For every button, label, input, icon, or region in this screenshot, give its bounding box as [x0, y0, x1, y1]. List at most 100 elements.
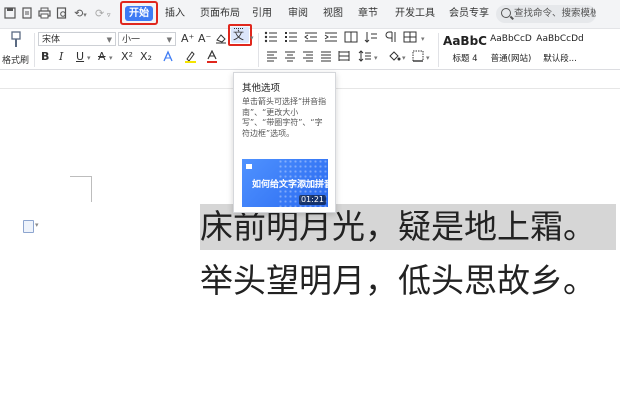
style-sample: AaBbCcDd — [536, 34, 584, 44]
highlight-icon[interactable] — [184, 50, 197, 67]
video-logo-icon — [246, 163, 254, 170]
strikethrough-button[interactable]: A — [98, 50, 106, 64]
chinese-layout-icon[interactable] — [344, 31, 358, 47]
font-name-value: 宋体 — [42, 35, 61, 45]
shading-icon[interactable] — [388, 50, 401, 66]
search-placeholder: 查找命令、搜索模板 — [514, 8, 596, 19]
line-spacing-dropdown[interactable]: ▾ — [374, 50, 378, 65]
text-effect-icon[interactable] — [162, 50, 174, 66]
command-search-box[interactable]: 查找命令、搜索模板 — [496, 5, 596, 23]
save-icon[interactable] — [4, 7, 16, 21]
chevron-down-icon: ▿ — [107, 11, 111, 19]
menu-bar: ⟲▾ ⟳ ▿ 开始 插入 页面布局 引用 审阅 视图 章节 开发工具 会员专享 … — [0, 0, 620, 29]
font-name-select[interactable]: 宋体 ▼ — [38, 32, 116, 46]
chevron-down-icon: ▾ — [426, 54, 430, 62]
document-line[interactable]: 举头望明月，低头思故乡。 — [200, 258, 596, 304]
align-center-icon[interactable] — [284, 50, 296, 66]
underline-dropdown[interactable]: ▾ — [87, 50, 91, 65]
italic-button[interactable]: I — [59, 50, 63, 64]
show-marks-icon[interactable] — [384, 31, 398, 47]
redo-glyph: ⟳ — [95, 7, 105, 20]
chevron-down-icon: ▾ — [87, 54, 91, 62]
tab-view[interactable]: 视图 — [323, 6, 343, 22]
customize-toolbar-icon[interactable]: ▿ — [107, 7, 111, 21]
underline-button[interactable]: U — [76, 50, 84, 64]
page-margin-marker — [91, 176, 92, 202]
document-icon[interactable] — [23, 220, 34, 233]
font-size-select[interactable]: 小一 ▼ — [118, 32, 176, 46]
tab-developer[interactable]: 开发工具 — [395, 6, 435, 22]
increase-indent-icon[interactable] — [324, 31, 338, 47]
tab-member[interactable]: 会员专享 — [449, 6, 489, 22]
print-icon[interactable] — [38, 7, 51, 21]
chevron-down-icon: ▾ — [374, 54, 378, 62]
align-right-icon[interactable] — [302, 50, 314, 66]
clear-format-icon[interactable] — [215, 32, 227, 48]
numbered-list-icon[interactable] — [284, 31, 298, 47]
chevron-down-icon: ▾ — [109, 54, 113, 62]
pinyin-guide-icon: 文 — [233, 29, 244, 42]
bullet-list-icon[interactable] — [264, 31, 278, 47]
ribbon-divider — [34, 33, 35, 67]
ribbon-divider — [438, 33, 439, 67]
align-left-icon[interactable] — [266, 50, 278, 66]
bold-button[interactable]: B — [41, 50, 49, 64]
borders-icon[interactable] — [412, 50, 424, 66]
chevron-down-icon: ▼ — [106, 36, 112, 44]
shading-dropdown[interactable]: ▾ — [402, 50, 406, 65]
chevron-down-icon: ▾ — [402, 54, 406, 62]
tooltip-video-thumbnail[interactable]: 如何给文字添加拼音 01:21 — [242, 159, 328, 207]
tab-section[interactable]: 章节 — [358, 6, 378, 22]
line-spacing-icon[interactable] — [358, 50, 372, 66]
tab-page-layout[interactable]: 页面布局 — [200, 6, 240, 22]
format-painter-icon[interactable] — [9, 31, 23, 53]
search-icon — [501, 8, 511, 18]
style-default-paragraph[interactable]: AaBbCcDd 默认段... — [535, 32, 585, 66]
style-sample: AaBbC — [443, 34, 487, 48]
grow-font-button[interactable]: A⁺ — [181, 32, 194, 46]
font-color-icon[interactable] — [206, 49, 218, 67]
style-name: 普通(网站) — [490, 54, 532, 64]
ribbon-home: 格式刷 宋体 ▼ 小一 ▼ A⁺ A⁻ B I U ▾ A ▾ X² X₂ ▾ … — [0, 29, 620, 92]
export-pdf-icon[interactable] — [21, 7, 33, 21]
page-margin-marker — [70, 176, 92, 177]
chevron-down-icon: ▾ — [83, 11, 87, 19]
redo-icon[interactable]: ⟳ — [95, 7, 104, 21]
tooltip-title: 其他选项 — [242, 83, 281, 94]
justify-icon[interactable] — [320, 50, 332, 66]
style-name: 默认段... — [543, 54, 577, 64]
superscript-button[interactable]: X² — [121, 50, 133, 64]
tooltip-body: 单击箭头可选择“拼音指南”、“更改大小写”、“带圈字符”、“字符边框”选项。 — [242, 97, 327, 138]
pinyin-guide-button[interactable]: 文 — [231, 27, 249, 43]
style-heading-4[interactable]: AaBbC 标题 4 — [442, 32, 488, 66]
subscript-button[interactable]: X₂ — [140, 50, 152, 64]
tab-references[interactable]: 引用 — [252, 6, 272, 22]
pinyin-guide-dropdown[interactable]: ▾ — [250, 30, 254, 45]
tab-review[interactable]: 审阅 — [288, 6, 308, 22]
undo-glyph: ⟲ — [74, 7, 84, 20]
distributed-align-icon[interactable] — [338, 50, 350, 66]
style-sample: AaBbCcD — [490, 34, 532, 44]
shrink-font-button[interactable]: A⁻ — [198, 32, 211, 46]
undo-icon[interactable]: ⟲▾ — [74, 7, 87, 21]
table-tools-dropdown[interactable]: ▾ — [421, 31, 425, 46]
print-preview-icon[interactable] — [56, 7, 68, 21]
style-normal-web[interactable]: AaBbCcD 普通(网站) — [488, 32, 534, 66]
strikethrough-dropdown[interactable]: ▾ — [109, 50, 113, 65]
sort-icon[interactable] — [364, 31, 378, 47]
tab-home[interactable]: 开始 — [125, 6, 153, 21]
table-tools-icon[interactable] — [403, 31, 417, 47]
video-title: 如何给文字添加拼音 — [252, 180, 328, 190]
decrease-indent-icon[interactable] — [304, 31, 318, 47]
borders-dropdown[interactable]: ▾ — [426, 50, 430, 65]
ribbon-divider — [258, 33, 259, 67]
chevron-down-icon: ▾ — [250, 34, 254, 42]
format-painter-label[interactable]: 格式刷 — [2, 53, 29, 66]
font-size-value: 小一 — [122, 35, 141, 45]
chevron-down-icon[interactable]: ▾ — [35, 221, 39, 229]
chevron-down-icon: ▼ — [166, 36, 172, 44]
tab-insert[interactable]: 插入 — [165, 6, 185, 22]
pinyin-tooltip: 其他选项 单击箭头可选择“拼音指南”、“更改大小写”、“带圈字符”、“字符边框”… — [233, 72, 336, 213]
chevron-down-icon: ▾ — [421, 35, 425, 43]
video-duration: 01:21 — [298, 195, 326, 205]
